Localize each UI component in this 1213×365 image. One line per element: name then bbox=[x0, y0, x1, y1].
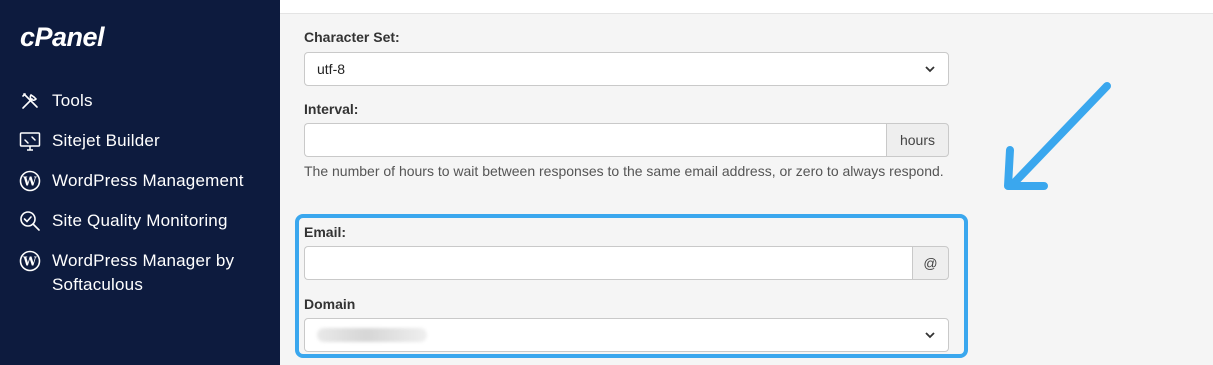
interval-label: Interval: bbox=[304, 101, 359, 117]
svg-text:W: W bbox=[22, 255, 37, 269]
magnifier-check-icon bbox=[18, 209, 42, 233]
sidebar-item-tools[interactable]: Tools bbox=[18, 89, 93, 113]
sidebar-item-label: Sitejet Builder bbox=[52, 131, 160, 150]
svg-text:W: W bbox=[22, 175, 37, 189]
sidebar-item-sitejet-builder[interactable]: Sitejet Builder bbox=[18, 129, 160, 153]
cpanel-logo[interactable]: cPanel bbox=[20, 22, 105, 53]
domain-select[interactable] bbox=[304, 318, 949, 352]
domain-label: Domain bbox=[304, 296, 356, 312]
sidebar-item-label: Tools bbox=[52, 91, 93, 110]
at-addon: @ bbox=[912, 246, 949, 280]
chevron-down-icon bbox=[924, 329, 936, 341]
email-input-group: @ bbox=[304, 246, 949, 280]
domain-value-redacted bbox=[317, 328, 427, 342]
annotation-arrow-icon bbox=[1004, 82, 1111, 190]
sidebar: cPanel Tools Sitejet Builder W WordPress… bbox=[0, 0, 280, 365]
top-bar bbox=[280, 0, 1213, 14]
sidebar-item-wordpress-manager-softaculous[interactable]: W WordPress Manager by Softaculous bbox=[18, 249, 252, 297]
wordpress-icon: W bbox=[18, 249, 42, 273]
interval-input[interactable] bbox=[304, 123, 886, 157]
sidebar-item-wordpress-management[interactable]: W WordPress Management bbox=[18, 169, 244, 193]
interval-help-text: The number of hours to wait between resp… bbox=[304, 163, 944, 179]
tools-icon bbox=[18, 89, 42, 113]
chevron-down-icon bbox=[924, 63, 936, 75]
character-set-value: utf-8 bbox=[317, 61, 346, 77]
hours-addon: hours bbox=[886, 123, 949, 157]
sidebar-item-label: Site Quality Monitoring bbox=[52, 211, 228, 230]
email-input[interactable] bbox=[304, 246, 912, 280]
character-set-label: Character Set: bbox=[304, 29, 400, 45]
sidebar-item-label: WordPress Manager by Softaculous bbox=[52, 251, 235, 294]
character-set-select[interactable]: utf-8 bbox=[304, 52, 949, 86]
email-label: Email: bbox=[304, 224, 347, 240]
wordpress-icon: W bbox=[18, 169, 42, 193]
monitor-icon bbox=[18, 129, 42, 153]
sidebar-item-label: WordPress Management bbox=[52, 171, 244, 190]
sidebar-item-site-quality-monitoring[interactable]: Site Quality Monitoring bbox=[18, 209, 228, 233]
interval-input-group: hours bbox=[304, 123, 949, 157]
